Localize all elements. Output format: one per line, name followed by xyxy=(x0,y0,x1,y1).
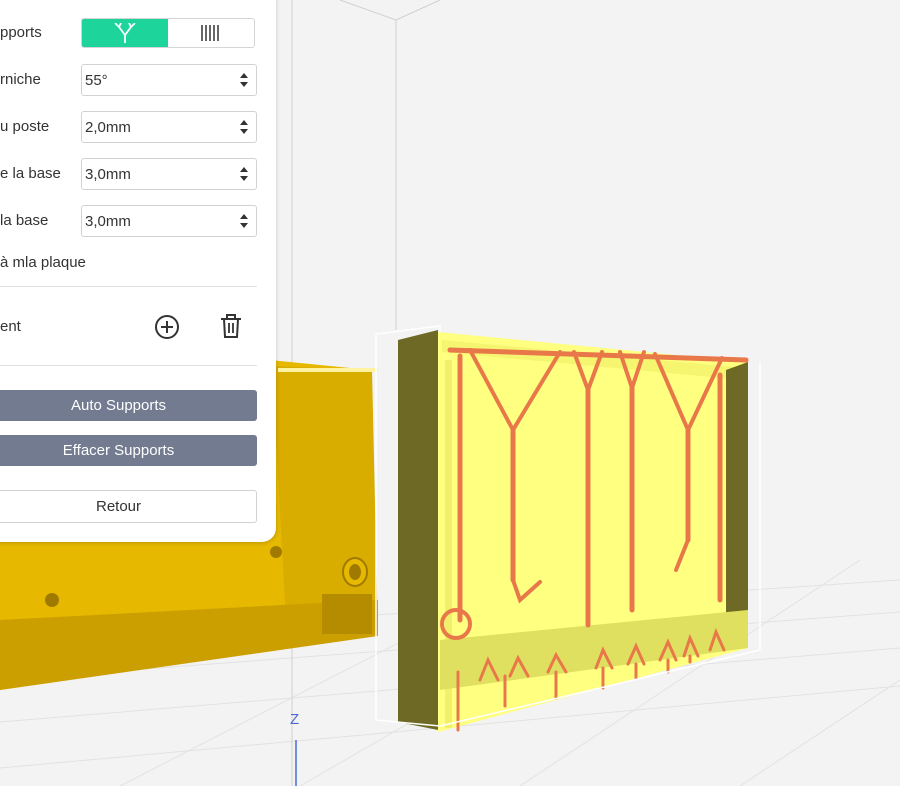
element-support-label: ent xyxy=(0,318,21,335)
z-axis-label: Z xyxy=(290,711,299,728)
selected-model[interactable] xyxy=(398,330,748,732)
stepper-arrows-icon[interactable] xyxy=(240,214,248,228)
clear-supports-button[interactable]: Effacer Supports xyxy=(0,435,257,466)
add-support-icon[interactable] xyxy=(154,314,180,340)
stepper-arrows-icon[interactable] xyxy=(240,120,248,134)
tree-supports-button[interactable] xyxy=(82,19,168,47)
post-diameter-input[interactable]: 2,0mm xyxy=(81,111,257,143)
corniche-angle-value: 55° xyxy=(85,71,108,89)
support-settings-panel: pports rniche 55° u poste 2,0mm e la bas… xyxy=(0,0,276,542)
stepper-arrows-icon[interactable] xyxy=(240,73,248,87)
linear-support-icon xyxy=(201,25,219,41)
base-size-label: e la base xyxy=(0,165,61,182)
auto-supports-button[interactable]: Auto Supports xyxy=(0,390,257,421)
corniche-angle-label: rniche xyxy=(0,71,41,88)
post-diameter-label: u poste xyxy=(0,118,50,135)
base-size-value: 3,0mm xyxy=(85,165,131,183)
tree-support-icon xyxy=(114,23,136,43)
corniche-angle-input[interactable]: 55° xyxy=(81,64,257,96)
support-type-toggle[interactable] xyxy=(81,18,255,48)
back-button[interactable]: Retour xyxy=(0,490,257,523)
post-diameter-value: 2,0mm xyxy=(85,118,131,136)
delete-support-icon[interactable] xyxy=(220,314,242,338)
base-height-label: la base xyxy=(0,212,49,229)
plate-contact-label: à mla plaque xyxy=(0,254,86,271)
base-height-value: 3,0mm xyxy=(85,212,131,230)
supports-type-label: pports xyxy=(0,24,42,41)
divider xyxy=(0,286,257,287)
linear-supports-button[interactable] xyxy=(168,19,254,47)
base-size-input[interactable]: 3,0mm xyxy=(81,158,257,190)
base-height-input[interactable]: 3,0mm xyxy=(81,205,257,237)
stepper-arrows-icon[interactable] xyxy=(240,167,248,181)
divider xyxy=(0,365,257,366)
